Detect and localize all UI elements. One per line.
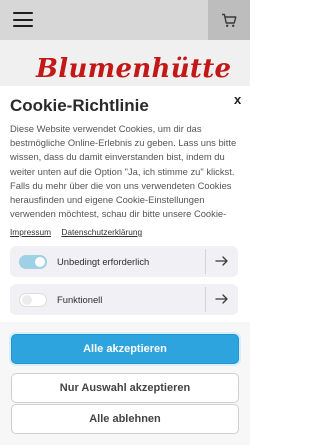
reject-all-button[interactable]: Alle ablehnen [11, 404, 239, 434]
cookie-description: Diese Website verwendet Cookies, um dir … [10, 123, 237, 220]
hamburger-menu-icon[interactable] [13, 12, 33, 27]
divider [205, 287, 206, 312]
accept-all-button[interactable]: Alle akzeptieren [11, 334, 239, 364]
arrow-right-icon[interactable] [213, 290, 231, 308]
close-icon[interactable]: x [234, 92, 241, 107]
divider [205, 249, 206, 274]
site-logo[interactable]: Blumenhütte [36, 54, 231, 84]
site-header [0, 0, 250, 40]
impressum-link[interactable]: Impressum [10, 227, 51, 237]
cookie-title: Cookie-Richtlinie [10, 96, 149, 115]
arrow-right-icon[interactable] [213, 252, 231, 270]
functional-toggle[interactable] [19, 293, 47, 307]
option-row-functional: Funktionell [10, 284, 238, 315]
cookie-links: Impressum Datenschutzerklärung [10, 227, 150, 237]
logo-area: Blumenhütte [0, 40, 250, 90]
option-row-necessary: Unbedingt erforderlich [10, 246, 238, 277]
shopping-cart-icon[interactable] [208, 0, 250, 40]
datenschutz-link[interactable]: Datenschutzerklärung [61, 227, 142, 237]
necessary-toggle[interactable] [19, 255, 47, 269]
accept-selection-button[interactable]: Nur Auswahl akzeptieren [11, 373, 239, 403]
option-label-functional: Funktionell [57, 294, 103, 305]
option-label-necessary: Unbedingt erforderlich [57, 256, 150, 267]
